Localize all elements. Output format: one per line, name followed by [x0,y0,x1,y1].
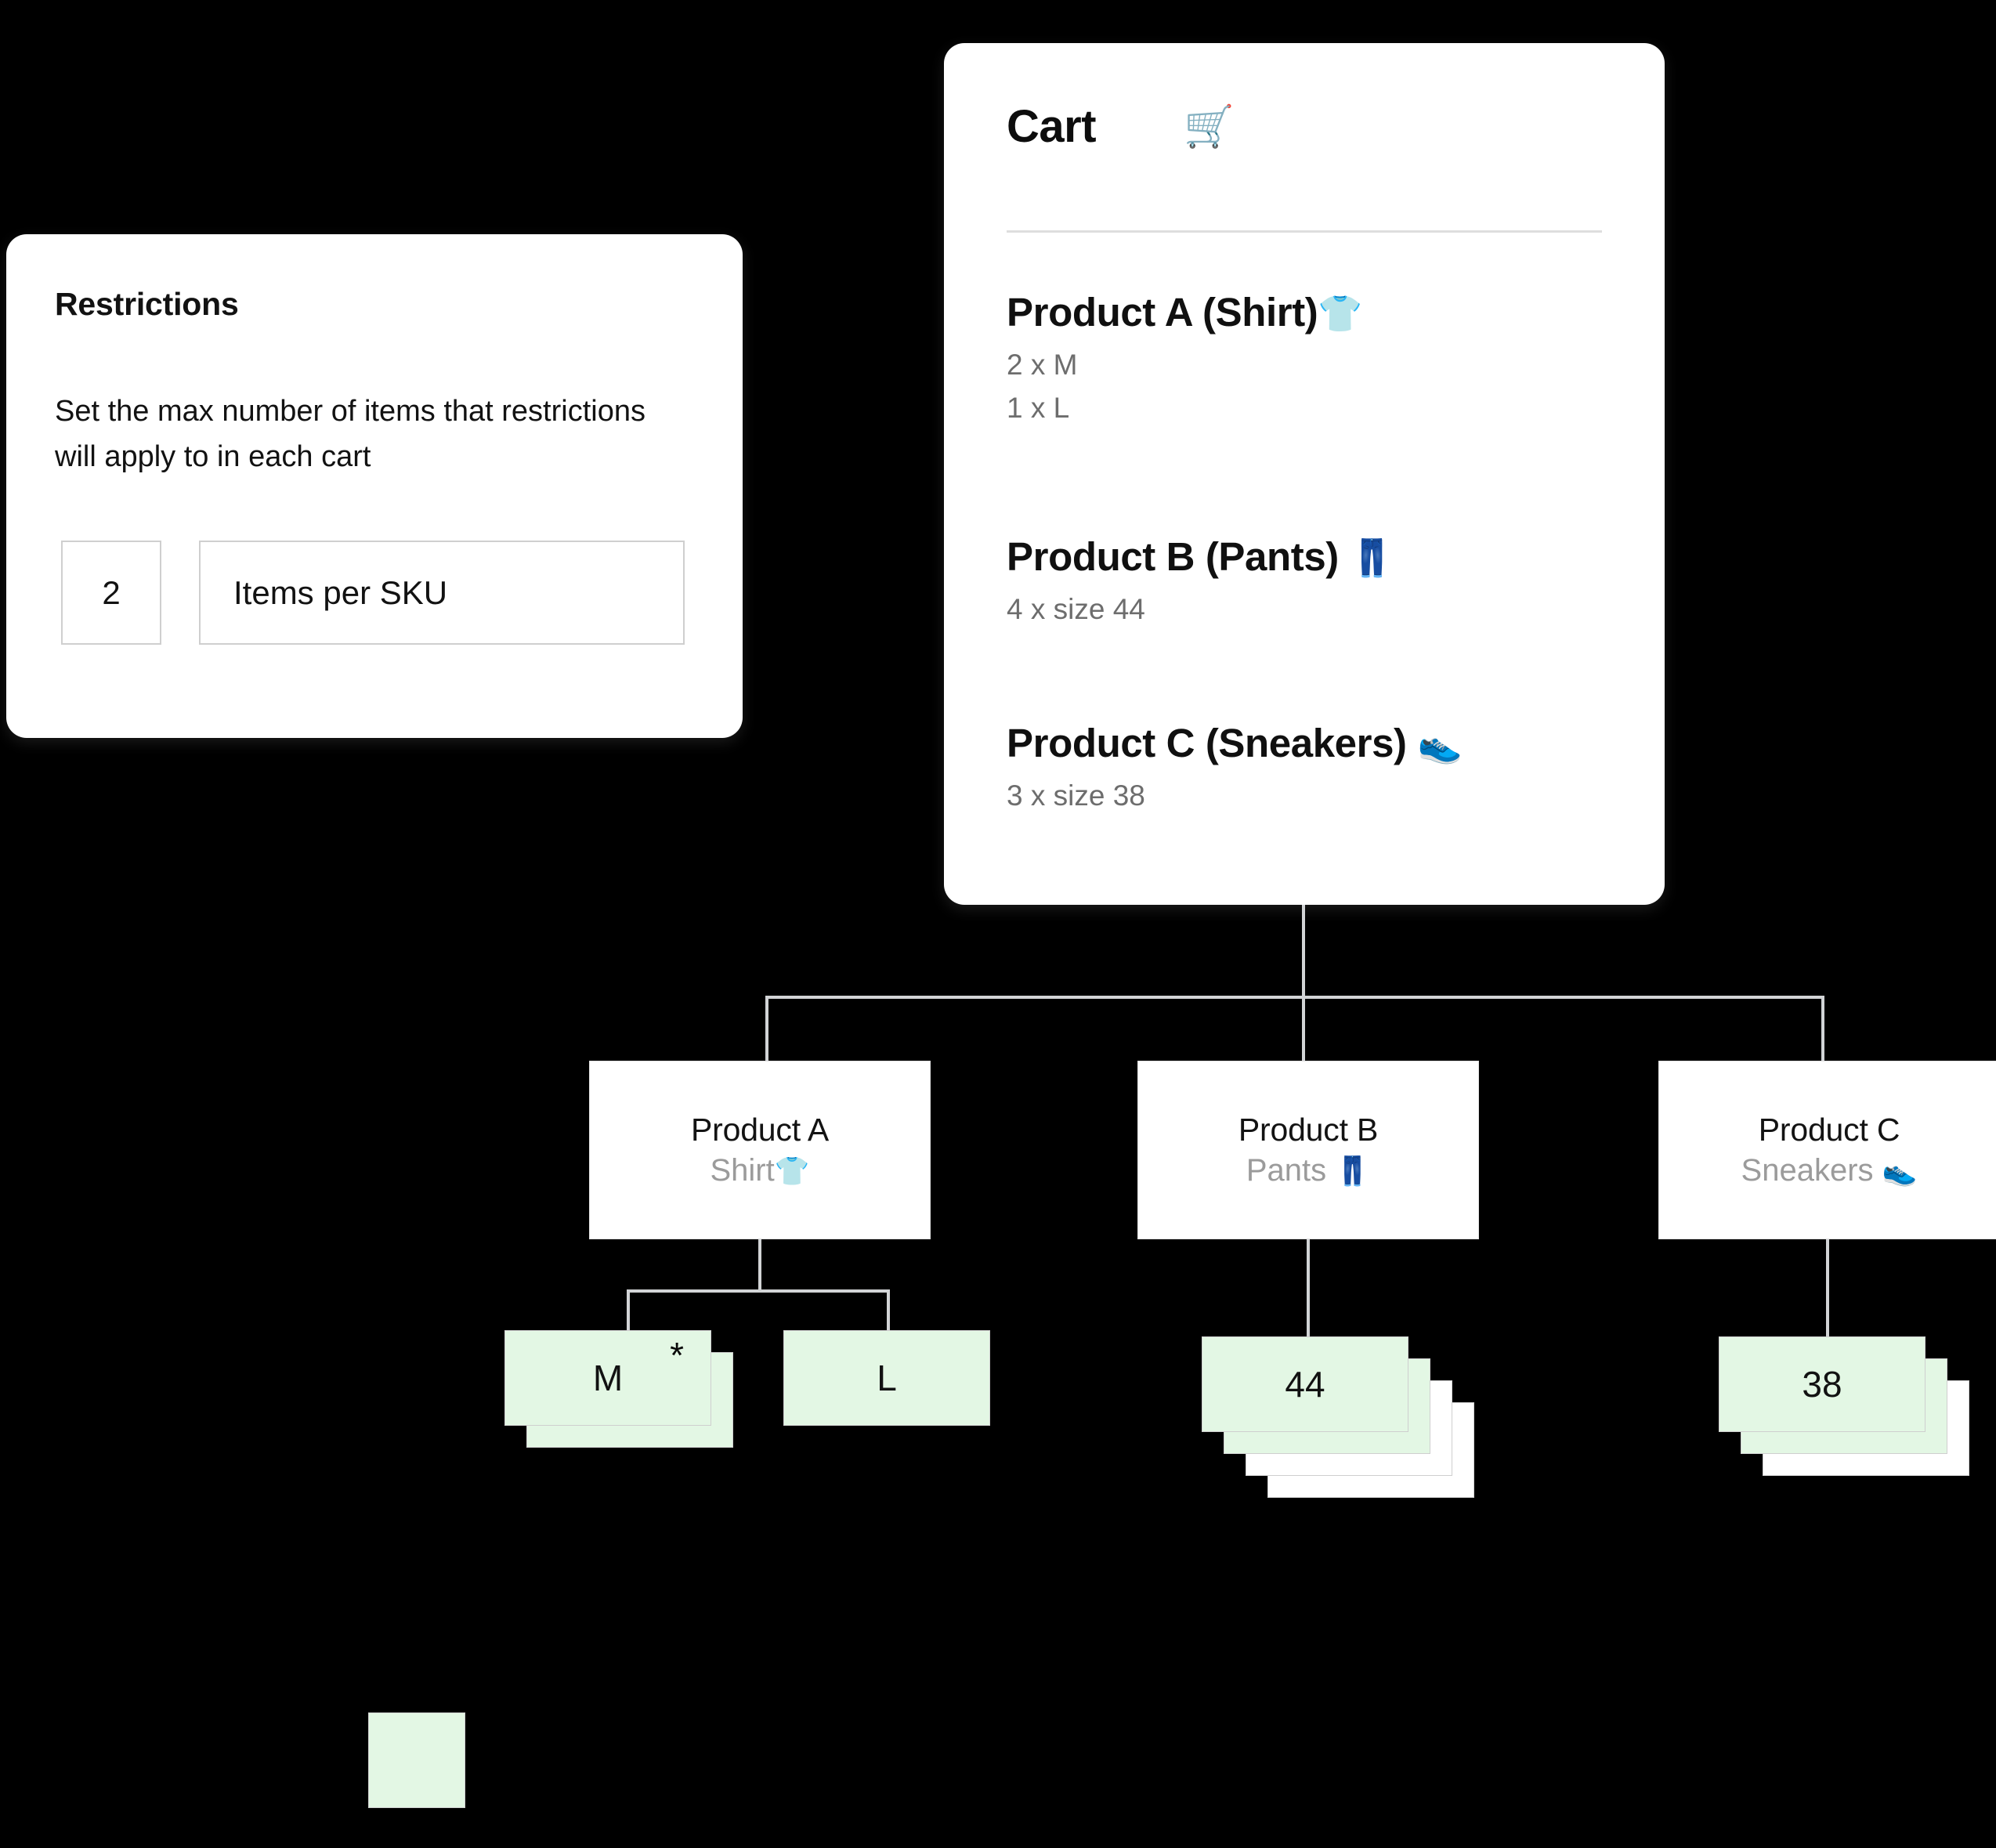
connector-drop-product-c [1821,996,1824,1061]
connector-product-b-trunk [1307,1239,1310,1336]
product-node-subtitle: Shirt👕 [710,1153,809,1188]
variant-stack-m: M * [504,1330,755,1471]
cart-item-label: Product A (Shirt) [1007,290,1318,335]
product-node-a[interactable]: Product A Shirt👕 [589,1061,931,1239]
connector-cart-trunk [1302,905,1305,997]
connector-variant-bus-a [627,1289,890,1293]
connector-drop-variant-m [627,1289,630,1333]
cart-title: Cart [1007,101,1097,152]
cart-item-product-a: Product A (Shirt)👕 2 x M 1 x L [1007,290,1363,429]
sneaker-emoji: 👟 [1882,1155,1918,1187]
items-per-sku-input[interactable]: Items per SKU [199,541,685,645]
max-items-value: 2 [102,573,121,611]
shirt-emoji: 👕 [774,1155,810,1187]
cart-item-title: Product A (Shirt)👕 [1007,290,1363,336]
max-items-input[interactable]: 2 [61,541,161,645]
shopping-cart-icon: 🛒 [1184,103,1235,150]
product-node-subtitle: Sneakers 👟 [1741,1153,1918,1188]
variant-stack-38: 38 [1719,1336,1996,1493]
connector-product-c-trunk [1826,1239,1829,1336]
product-node-c[interactable]: Product C Sneakers 👟 [1658,1061,1996,1239]
shirt-emoji: 👕 [1318,293,1363,334]
cart-item-product-b: Product B (Pants) 👖 4 x size 44 [1007,534,1394,630]
cart-item-qty-line: 3 x size 38 [1007,779,1145,812]
variant-label: 44 [1285,1364,1325,1405]
restrictions-description: Set the max number of items that restric… [55,395,645,473]
product-node-subtitle-text: Sneakers [1741,1153,1874,1188]
cart-header: Cart 🛒 [1007,100,1235,153]
jeans-emoji: 👖 [1349,537,1394,578]
jeans-emoji: 👖 [1335,1155,1371,1187]
cart-item-label: Product B (Pants) [1007,534,1339,579]
variant-card-top[interactable]: 44 [1202,1336,1408,1432]
variant-label: 38 [1802,1364,1842,1405]
items-per-sku-value: Items per SKU [233,573,448,611]
product-node-subtitle: Pants 👖 [1246,1153,1370,1188]
variant-card-top[interactable]: 38 [1719,1336,1925,1432]
product-node-subtitle-text: Shirt [710,1153,775,1188]
cart-item-product-c: Product C (Sneakers) 👟 3 x size 38 [1007,721,1463,816]
product-node-title: Product A [691,1112,829,1148]
variant-card-top[interactable]: L [783,1330,990,1426]
connector-drop-variant-l [887,1289,890,1333]
variant-label: M [592,1358,624,1398]
product-node-title: Product C [1758,1112,1900,1148]
connector-drop-product-a [765,996,768,1061]
cart-item-label: Product C (Sneakers) [1007,721,1407,765]
variant-stack-l: L [783,1330,1034,1471]
diagram-canvas: Restrictions Set the max number of items… [0,0,1996,1848]
connector-product-bus [765,996,1824,999]
restrictions-title: Restrictions [55,286,239,322]
cart-item-title: Product B (Pants) 👖 [1007,534,1394,580]
product-node-b[interactable]: Product B Pants 👖 [1137,1061,1479,1239]
product-node-title: Product B [1238,1112,1379,1148]
connector-product-a-trunk [758,1239,761,1291]
restriction-asterisk-marker: * [670,1335,684,1376]
variant-stack-44: 44 [1202,1336,1515,1509]
cart-item-qty-line: 1 x L [1007,392,1070,425]
variant-label: L [877,1358,897,1398]
connector-drop-product-b [1302,996,1305,1061]
variant-card-top[interactable]: M * [504,1330,711,1426]
cart-item-title: Product C (Sneakers) 👟 [1007,721,1463,767]
cart-divider [1007,230,1602,233]
product-node-subtitle-text: Pants [1246,1153,1327,1188]
cart-item-qty-line: 4 x size 44 [1007,592,1145,625]
legend-allowed-swatch [368,1712,465,1808]
cart-item-qty-line: 2 x M [1007,348,1078,381]
sneaker-emoji: 👟 [1417,724,1463,765]
